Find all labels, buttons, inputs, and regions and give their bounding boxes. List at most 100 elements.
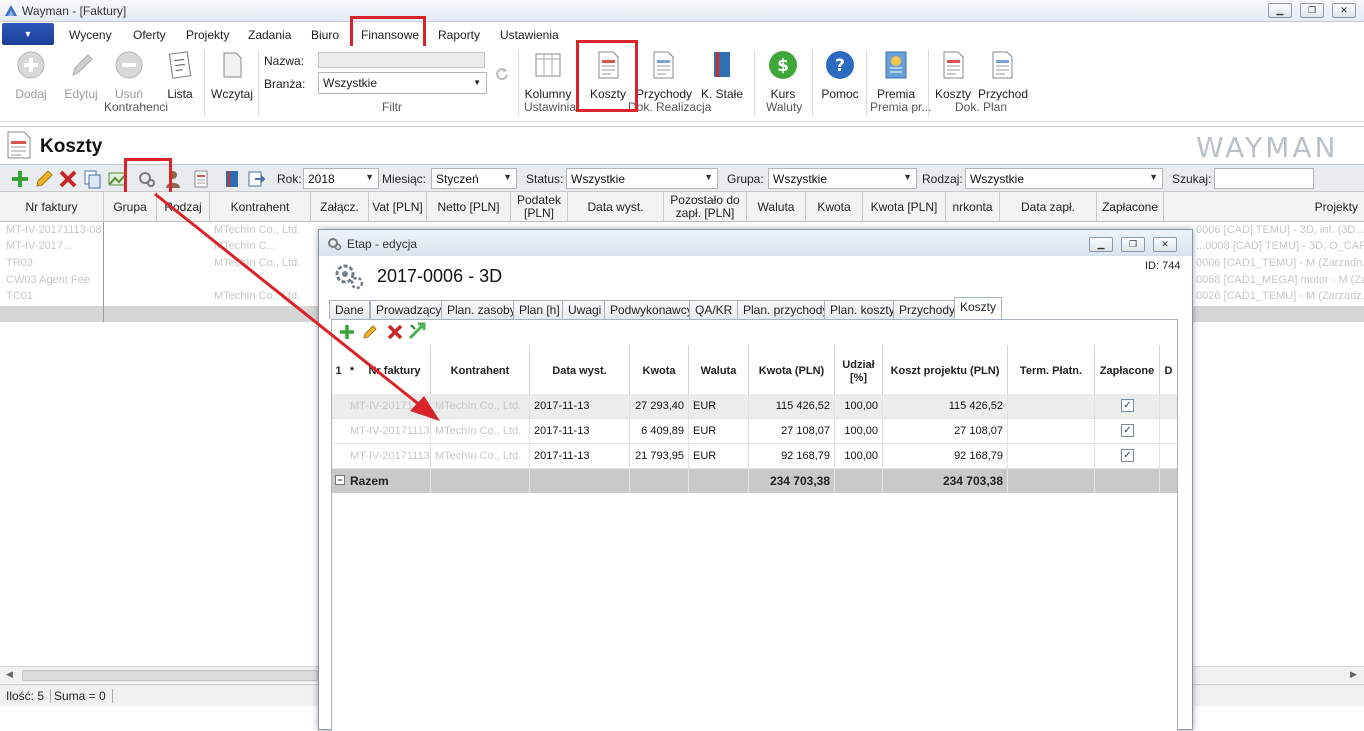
- close-button[interactable]: ✕: [1332, 3, 1356, 18]
- search-input[interactable]: [1214, 168, 1314, 189]
- col-header-term-platn[interactable]: Term. Płatn.: [1008, 345, 1095, 399]
- name-input[interactable]: [318, 52, 485, 68]
- col-header-waluta[interactable]: Waluta: [689, 345, 749, 399]
- col-header-data-wyst[interactable]: Data wyst.: [530, 345, 630, 399]
- col-header[interactable]: Kontrahent: [210, 192, 311, 222]
- delete-icon[interactable]: [387, 324, 403, 340]
- user-icon[interactable]: [163, 169, 183, 189]
- revenues-button[interactable]: Przychody: [636, 50, 692, 101]
- refresh-icon[interactable]: [494, 66, 510, 82]
- image-icon[interactable]: [107, 169, 127, 189]
- columns-button[interactable]: Kolumny: [524, 50, 572, 101]
- paid-checkbox[interactable]: ✓: [1121, 449, 1134, 462]
- remove-contractor-button[interactable]: Usuń: [111, 50, 147, 101]
- settings-gears-icon[interactable]: [137, 169, 157, 189]
- maximize-button[interactable]: ❐: [1300, 3, 1324, 18]
- col-header-zaplacone[interactable]: Zapłacone: [1095, 345, 1160, 399]
- col-header[interactable]: Data wyst.: [568, 192, 664, 222]
- add-contractor-button[interactable]: Dodaj: [12, 50, 50, 101]
- menu-zadania[interactable]: Zadania: [248, 28, 291, 42]
- tab-prowadzacy[interactable]: Prowadzący: [370, 300, 448, 319]
- branch-select[interactable]: Wszystkie ▼: [318, 72, 487, 94]
- menu-ustawienia[interactable]: Ustawienia: [500, 28, 559, 42]
- menu-raporty[interactable]: Raporty: [438, 28, 480, 42]
- col-header[interactable]: Pozostało do zapł. [PLN]: [664, 192, 747, 222]
- tab-uwagi[interactable]: Uwagi: [562, 300, 608, 319]
- dialog-minimize-button[interactable]: ▁: [1089, 237, 1113, 252]
- plan-costs-button[interactable]: Koszty: [934, 50, 972, 101]
- menu-projekty[interactable]: Projekty: [186, 28, 229, 42]
- tab-plan-przychody[interactable]: Plan. przychody: [737, 300, 835, 319]
- paid-checkbox[interactable]: ✓: [1121, 399, 1134, 412]
- tab-plan-h[interactable]: Plan [h]: [513, 300, 566, 319]
- delete-icon[interactable]: [58, 169, 78, 189]
- add-icon[interactable]: [10, 169, 30, 189]
- kind-select[interactable]: Wszystkie ▼: [965, 168, 1163, 189]
- edit-contractor-button[interactable]: Edytuj: [62, 50, 100, 101]
- plan-revenue-button[interactable]: Przychod: [978, 50, 1028, 101]
- col-header[interactable]: Załącz.: [311, 192, 369, 222]
- col-header[interactable]: Kwota [PLN]: [863, 192, 946, 222]
- status-select[interactable]: Wszystkie ▼: [566, 168, 718, 189]
- scroll-thumb[interactable]: [22, 670, 318, 681]
- add-icon[interactable]: [339, 324, 355, 340]
- bonus-button[interactable]: Premia: [872, 50, 920, 101]
- col-header-d[interactable]: D: [1160, 345, 1177, 399]
- menu-finansowe[interactable]: Finansowe: [361, 28, 419, 42]
- export-icon[interactable]: [246, 169, 266, 189]
- scroll-right-icon[interactable]: ▶: [1350, 669, 1357, 680]
- menu-biuro[interactable]: Biuro: [311, 28, 339, 42]
- costs-button[interactable]: Koszty: [586, 50, 630, 101]
- year-select[interactable]: 2018 ▼: [303, 168, 379, 189]
- col-header-nr-faktury[interactable]: Nr faktury: [359, 345, 431, 399]
- copy-icon[interactable]: [82, 169, 102, 189]
- col-header-kwota[interactable]: Kwota: [630, 345, 689, 399]
- col-header[interactable]: Waluta: [747, 192, 806, 222]
- tab-qa-kr[interactable]: QA/KR: [689, 300, 739, 319]
- col-header[interactable]: Vat [PLN]: [369, 192, 427, 222]
- month-select[interactable]: Styczeń ▼: [431, 168, 517, 189]
- group-select[interactable]: Wszystkie ▼: [768, 168, 917, 189]
- col-header-koszt-projektu[interactable]: Koszt projektu (PLN): [883, 345, 1008, 399]
- dialog-maximize-button[interactable]: ❐: [1121, 237, 1145, 252]
- fixed-costs-button[interactable]: K. Stałe: [700, 50, 744, 101]
- table-row[interactable]: MT-IV-20171113... MTechIn Co., Ltd. 2017…: [332, 394, 1177, 419]
- tab-podwykonawcy[interactable]: Podwykonawcy: [604, 300, 699, 319]
- table-row[interactable]: MT-IV-20171113... MTechIn Co., Ltd. 2017…: [332, 444, 1177, 469]
- doc-red-icon[interactable]: [191, 169, 211, 189]
- col-header-udzial[interactable]: Udział [%]: [835, 345, 883, 399]
- menu-wyceny[interactable]: Wyceny: [69, 28, 112, 42]
- col-header[interactable]: Kwota: [806, 192, 863, 222]
- tab-koszty[interactable]: Koszty: [954, 297, 1003, 320]
- dialog-close-button[interactable]: ✕: [1153, 237, 1177, 252]
- minimize-button[interactable]: ▁: [1268, 3, 1292, 18]
- col-header[interactable]: Nr faktury: [0, 192, 104, 222]
- col-header-kwota-pln[interactable]: Kwota (PLN): [749, 345, 835, 399]
- col-header[interactable]: Grupa: [104, 192, 157, 222]
- col-header-star[interactable]: *: [345, 345, 359, 399]
- collapse-icon[interactable]: −: [335, 475, 345, 485]
- exchange-rate-button[interactable]: $ Kurs: [764, 50, 802, 101]
- col-header[interactable]: Rodzaj: [157, 192, 210, 222]
- col-header[interactable]: Netto [PLN]: [427, 192, 511, 222]
- assign-icon[interactable]: [408, 322, 426, 340]
- col-header-index[interactable]: 1: [332, 345, 345, 399]
- edit-icon[interactable]: [34, 169, 54, 189]
- help-button[interactable]: ? Pomoc: [820, 50, 860, 101]
- table-row[interactable]: MT-IV-20171113... MTechIn Co., Ltd. 2017…: [332, 419, 1177, 444]
- col-header[interactable]: nrkonta: [946, 192, 1000, 222]
- menu-oferty[interactable]: Oferty: [133, 28, 166, 42]
- list-button[interactable]: Lista: [162, 50, 198, 101]
- edit-icon[interactable]: [362, 324, 378, 340]
- col-header[interactable]: Projekty: [1164, 192, 1364, 222]
- col-header[interactable]: Zapłacone: [1097, 192, 1164, 222]
- col-header-kontrahent[interactable]: Kontrahent: [431, 345, 530, 399]
- book-icon[interactable]: [222, 169, 242, 189]
- col-header[interactable]: Data zapł.: [1000, 192, 1097, 222]
- load-button[interactable]: Wczytaj: [210, 50, 254, 101]
- paid-checkbox[interactable]: ✓: [1121, 424, 1134, 437]
- tab-dane[interactable]: Dane: [329, 300, 370, 319]
- tab-przychody[interactable]: Przychody: [893, 300, 962, 319]
- col-header[interactable]: Podatek [PLN]: [511, 192, 568, 222]
- tab-plan-zasoby[interactable]: Plan. zasoby: [441, 300, 522, 319]
